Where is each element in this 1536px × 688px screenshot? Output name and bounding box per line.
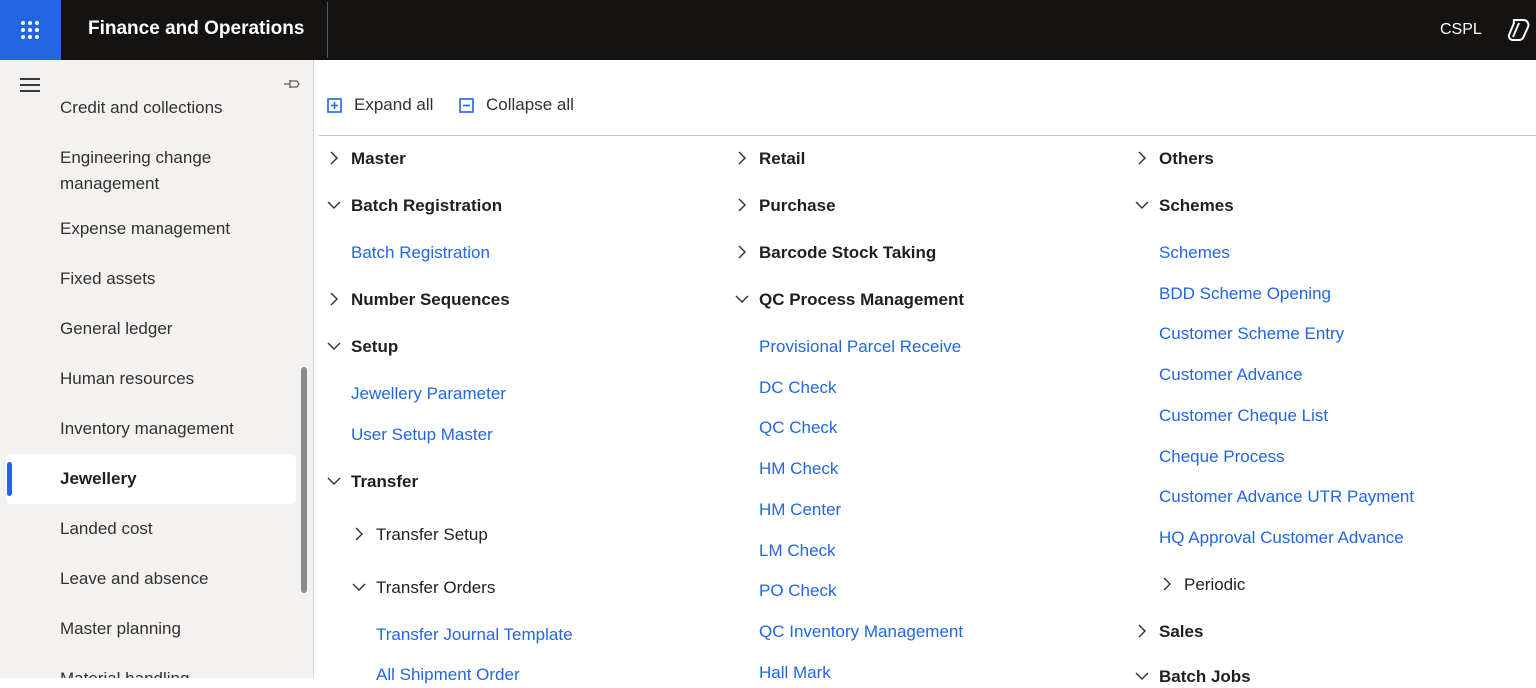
group-schemes[interactable]: Schemes xyxy=(1159,195,1234,217)
group-master[interactable]: Master xyxy=(351,148,406,170)
link-po-check[interactable]: PO Check xyxy=(759,580,836,602)
link-cheque-process[interactable]: Cheque Process xyxy=(1159,446,1285,468)
link-transfer-journal-template[interactable]: Transfer Journal Template xyxy=(376,624,573,646)
chevron-down-icon[interactable] xyxy=(327,339,341,353)
group-transfer[interactable]: Transfer xyxy=(351,471,418,493)
group-batch-jobs[interactable]: Batch Jobs xyxy=(1159,666,1251,688)
group-others[interactable]: Others xyxy=(1159,148,1214,170)
chevron-right-icon[interactable] xyxy=(735,151,749,165)
group-retail[interactable]: Retail xyxy=(759,148,805,170)
expand-all-label: Expand all xyxy=(354,95,434,114)
top-bar: Finance and Operations CSPL xyxy=(0,0,1536,60)
sidebar-item-engineering-change-management[interactable]: Engineering change management xyxy=(60,145,260,197)
collapse-all-button[interactable]: Collapse all xyxy=(459,95,574,115)
link-user-setup-master[interactable]: User Setup Master xyxy=(351,424,493,446)
chevron-down-icon[interactable] xyxy=(735,292,749,306)
navigation-pane: Credit and collections Engineering chang… xyxy=(0,60,314,678)
chevron-down-icon[interactable] xyxy=(327,198,341,212)
group-sales[interactable]: Sales xyxy=(1159,621,1203,643)
link-customer-advance-utr-payment[interactable]: Customer Advance UTR Payment xyxy=(1159,486,1414,508)
subgroup-transfer-orders[interactable]: Transfer Orders xyxy=(376,577,495,599)
toolbar-divider xyxy=(319,135,1536,136)
link-hm-center[interactable]: HM Center xyxy=(759,499,841,521)
group-qc-process-management[interactable]: QC Process Management xyxy=(759,289,964,311)
chevron-right-icon[interactable] xyxy=(1135,151,1149,165)
hamburger-menu-icon[interactable] xyxy=(20,78,40,92)
sidebar-item-material-handling[interactable]: Material handling xyxy=(60,666,189,678)
sidebar-item-leave-and-absence[interactable]: Leave and absence xyxy=(60,566,208,592)
sidebar-item-human-resources[interactable]: Human resources xyxy=(60,366,194,392)
chevron-right-icon[interactable] xyxy=(327,151,341,165)
group-batch-registration[interactable]: Batch Registration xyxy=(351,195,502,217)
chevron-right-icon[interactable] xyxy=(1135,624,1149,638)
link-jewellery-parameter[interactable]: Jewellery Parameter xyxy=(351,383,506,405)
link-customer-cheque-list[interactable]: Customer Cheque List xyxy=(1159,405,1328,427)
expand-all-icon xyxy=(327,97,342,113)
sidebar-item-fixed-assets[interactable]: Fixed assets xyxy=(60,266,155,292)
app-title[interactable]: Finance and Operations xyxy=(88,18,304,40)
group-setup[interactable]: Setup xyxy=(351,336,398,358)
chevron-right-icon[interactable] xyxy=(352,527,366,541)
link-customer-scheme-entry[interactable]: Customer Scheme Entry xyxy=(1159,323,1344,345)
link-qc-inventory-management[interactable]: QC Inventory Management xyxy=(759,621,963,643)
collapse-all-icon xyxy=(459,97,474,113)
copilot-icon[interactable] xyxy=(1506,17,1532,43)
company-picker[interactable]: CSPL xyxy=(1440,21,1482,39)
app-launcher-button[interactable] xyxy=(0,0,61,60)
sidebar-item-credit-and-collections[interactable]: Credit and collections xyxy=(60,95,223,121)
chevron-right-icon[interactable] xyxy=(1160,577,1174,591)
link-hq-approval-customer-advance[interactable]: HQ Approval Customer Advance xyxy=(1159,527,1404,549)
chevron-down-icon[interactable] xyxy=(1135,669,1149,683)
chevron-right-icon[interactable] xyxy=(327,292,341,306)
sidebar-item-landed-cost[interactable]: Landed cost xyxy=(60,516,153,542)
title-divider xyxy=(327,2,328,58)
sidebar-item-master-planning[interactable]: Master planning xyxy=(60,616,181,642)
link-schemes[interactable]: Schemes xyxy=(1159,242,1230,264)
app-launcher-icon xyxy=(21,21,39,39)
link-bdd-scheme-opening[interactable]: BDD Scheme Opening xyxy=(1159,283,1331,305)
link-provisional-parcel-receive[interactable]: Provisional Parcel Receive xyxy=(759,336,961,358)
pin-icon[interactable] xyxy=(282,76,302,92)
group-purchase[interactable]: Purchase xyxy=(759,195,836,217)
sidebar-scrollbar[interactable] xyxy=(301,367,307,593)
link-batch-registration[interactable]: Batch Registration xyxy=(351,242,490,264)
sidebar-item-general-ledger[interactable]: General ledger xyxy=(60,316,172,342)
expand-all-button[interactable]: Expand all xyxy=(327,95,433,115)
subgroup-transfer-setup[interactable]: Transfer Setup xyxy=(376,524,488,546)
selected-item-background xyxy=(6,454,296,504)
link-customer-advance[interactable]: Customer Advance xyxy=(1159,364,1303,386)
link-hm-check[interactable]: HM Check xyxy=(759,458,838,480)
chevron-right-icon[interactable] xyxy=(735,245,749,259)
chevron-down-icon[interactable] xyxy=(352,580,366,594)
link-all-shipment-order[interactable]: All Shipment Order xyxy=(376,664,520,686)
selected-item-indicator xyxy=(7,462,12,496)
link-hall-mark[interactable]: Hall Mark xyxy=(759,662,831,684)
subgroup-periodic[interactable]: Periodic xyxy=(1184,574,1245,596)
group-number-sequences[interactable]: Number Sequences xyxy=(351,289,510,311)
chevron-right-icon[interactable] xyxy=(735,198,749,212)
chevron-down-icon[interactable] xyxy=(1135,198,1149,212)
link-lm-check[interactable]: LM Check xyxy=(759,540,836,562)
sidebar-item-expense-management[interactable]: Expense management xyxy=(60,216,230,242)
sidebar-item-jewellery[interactable]: Jewellery xyxy=(60,466,137,492)
link-dc-check[interactable]: DC Check xyxy=(759,377,836,399)
link-qc-check[interactable]: QC Check xyxy=(759,417,837,439)
chevron-down-icon[interactable] xyxy=(327,474,341,488)
sidebar-item-inventory-management[interactable]: Inventory management xyxy=(60,416,234,442)
group-barcode-stock-taking[interactable]: Barcode Stock Taking xyxy=(759,242,936,264)
collapse-all-label: Collapse all xyxy=(486,95,574,114)
